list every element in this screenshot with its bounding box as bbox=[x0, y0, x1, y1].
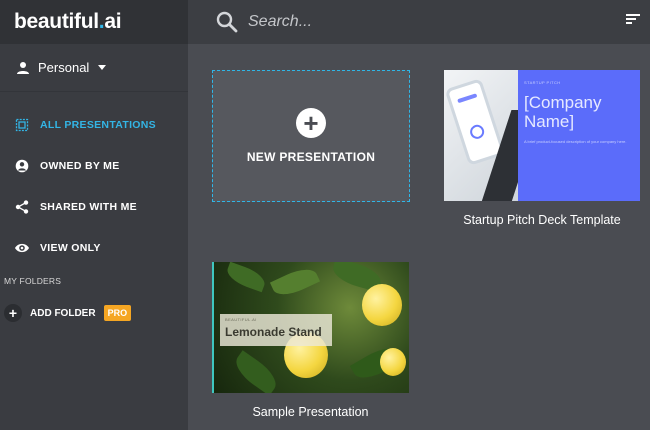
phone-bar bbox=[457, 93, 478, 104]
sidebar-item-shared-with-me[interactable]: SHARED WITH ME bbox=[0, 186, 188, 227]
thumbnail-title: [Company Name] bbox=[524, 93, 634, 131]
leaf-shape bbox=[224, 262, 268, 293]
sidebar-nav: ALL PRESENTATIONS OWNED BY ME SHARED WIT… bbox=[0, 92, 188, 268]
thumbnail-title: Lemonade Stand bbox=[225, 325, 322, 339]
logo-bar: beautiful.ai bbox=[0, 0, 188, 44]
leaf-shape bbox=[269, 263, 321, 301]
search-input[interactable] bbox=[248, 13, 588, 31]
add-folder-label: ADD FOLDER bbox=[30, 307, 96, 319]
presentation-caption[interactable]: Sample Presentation bbox=[212, 405, 409, 419]
thumbnail-kicker: STARTUP PITCH bbox=[524, 80, 561, 85]
sidebar: beautiful.ai Personal ALL PRESENTATIONS … bbox=[0, 0, 188, 430]
search-icon bbox=[216, 11, 238, 33]
selection-edge bbox=[212, 262, 214, 393]
thumbnail-title-panel: STARTUP PITCH [Company Name] A brief pro… bbox=[518, 70, 640, 201]
sort-icon[interactable] bbox=[626, 13, 640, 25]
presentation-caption[interactable]: Startup Pitch Deck Template bbox=[444, 213, 640, 227]
sidebar-item-label: ALL PRESENTATIONS bbox=[40, 118, 156, 131]
my-folders-heading: MY FOLDERS bbox=[4, 276, 62, 286]
eye-icon bbox=[14, 240, 30, 256]
new-presentation-button[interactable]: + NEW PRESENTATION bbox=[212, 70, 410, 202]
workspace-label: Personal bbox=[38, 60, 90, 75]
thumbnail-title-line1: [Company bbox=[524, 93, 602, 112]
chevron-down-icon bbox=[98, 65, 107, 70]
leaf-shape bbox=[230, 350, 282, 393]
thumbnail-kicker: BEAUTIFUL.AI bbox=[225, 317, 257, 322]
user-icon bbox=[14, 158, 30, 174]
lemon-shape bbox=[380, 348, 406, 376]
workspace-selector[interactable]: Personal bbox=[0, 44, 188, 92]
logo[interactable]: beautiful.ai bbox=[14, 10, 122, 34]
presentation-thumbnail-pitch-deck[interactable]: STARTUP PITCH [Company Name] A brief pro… bbox=[444, 70, 640, 201]
plus-icon: + bbox=[4, 304, 22, 322]
sidebar-item-owned-by-me[interactable]: OWNED BY ME bbox=[0, 145, 188, 186]
plus-icon: + bbox=[296, 108, 326, 138]
thumbnail-subtitle: A brief product-focused description of y… bbox=[524, 139, 627, 144]
sidebar-item-label: SHARED WITH ME bbox=[40, 200, 137, 213]
user-icon bbox=[17, 61, 29, 74]
new-presentation-label: NEW PRESENTATION bbox=[246, 150, 376, 164]
sidebar-item-view-only[interactable]: VIEW ONLY bbox=[0, 227, 188, 268]
lemon-shape bbox=[362, 284, 402, 326]
thumbnail-photo bbox=[444, 70, 542, 201]
presentation-thumbnail-sample[interactable]: BEAUTIFUL.AI Lemonade Stand bbox=[212, 262, 409, 393]
sidebar-item-label: OWNED BY ME bbox=[40, 159, 120, 172]
top-bar bbox=[188, 0, 650, 44]
presentation-icon bbox=[14, 117, 30, 133]
sidebar-item-label: VIEW ONLY bbox=[40, 241, 101, 254]
thumbnail-title-line2: Name] bbox=[524, 112, 575, 131]
add-folder-button[interactable]: + ADD FOLDER PRO bbox=[0, 304, 188, 322]
sidebar-item-all-presentations[interactable]: ALL PRESENTATIONS bbox=[0, 104, 188, 145]
pro-badge: PRO bbox=[103, 305, 132, 321]
thumbnail-title-band: BEAUTIFUL.AI Lemonade Stand bbox=[220, 314, 332, 346]
logo-suffix: ai bbox=[104, 10, 122, 33]
share-icon bbox=[14, 199, 30, 215]
phone-ring bbox=[468, 122, 486, 141]
logo-text: beautiful bbox=[14, 10, 99, 33]
